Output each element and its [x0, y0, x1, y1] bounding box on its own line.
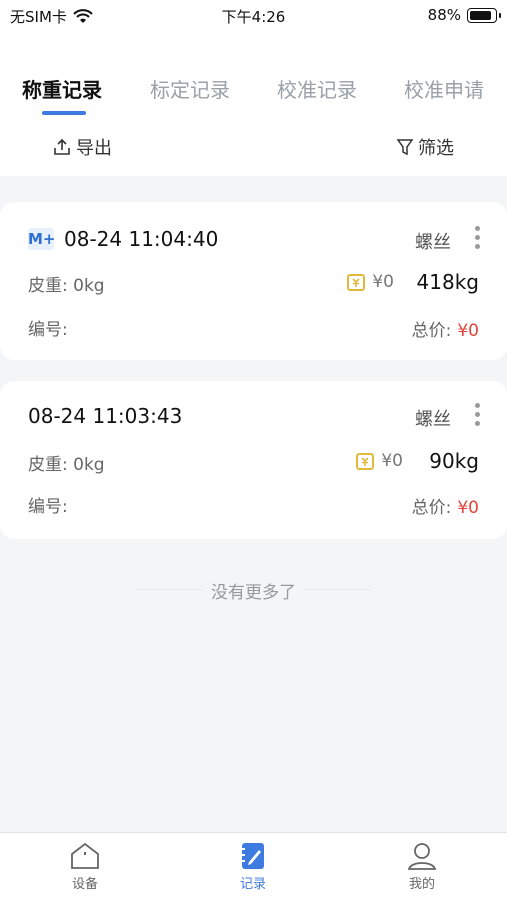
filter-icon: [396, 139, 414, 156]
unit-price-value: ¥0: [372, 272, 394, 292]
tab-calibration-records[interactable]: 标定记录: [150, 74, 230, 103]
no-more-text: 没有更多了: [211, 583, 296, 603]
coin-icon: [356, 453, 375, 470]
record-icon: [240, 843, 264, 869]
filter-button[interactable]: 筛选: [396, 134, 454, 160]
total-price-label: 总价:: [411, 498, 452, 518]
unit-price: ¥0: [355, 451, 403, 471]
net-weight: 418kg: [416, 270, 479, 294]
home-icon: [71, 842, 99, 869]
status-bar: 无SIM卡 下午4:26 88%: [0, 0, 507, 30]
total-price-label: 总价:: [411, 321, 452, 341]
coin-icon: [347, 274, 366, 291]
total-price-value: ¥0: [457, 321, 479, 341]
nav-device[interactable]: 设备: [45, 841, 125, 892]
export-button[interactable]: 导出: [52, 134, 112, 160]
m-plus-badge: M+: [28, 228, 56, 250]
product-name: 螺丝: [415, 232, 451, 253]
no-more-indicator: 没有更多了: [0, 578, 507, 603]
tab-adjustment-records[interactable]: 校准记录: [277, 74, 357, 103]
record-card[interactable]: M+ 08-24 11:04:40 螺丝 皮重: 0kg ¥0 418kg 编号…: [0, 202, 507, 360]
nav-device-label: 设备: [71, 877, 98, 892]
code-label: 编号:: [28, 319, 68, 340]
export-icon: [54, 138, 70, 155]
record-datetime: 08-24 11:04:40: [64, 227, 219, 251]
total-price-value: ¥0: [457, 498, 479, 518]
total-price: 总价: ¥0: [412, 316, 479, 341]
nav-records[interactable]: 记录: [213, 841, 293, 892]
code-label: 编号:: [28, 496, 68, 517]
total-price: 总价: ¥0: [412, 493, 479, 518]
divider: [304, 589, 370, 590]
filter-label: 筛选: [418, 138, 454, 159]
tab-adjustment-requests[interactable]: 校准申请: [404, 74, 484, 103]
header-area: 无SIM卡 下午4:26 88% 称重记录 标定记录 校准记录 校准申请 导出: [0, 0, 507, 176]
product-name: 螺丝: [415, 409, 451, 430]
toolbar: 导出 筛选: [0, 134, 507, 164]
battery-icon: [467, 7, 501, 23]
active-tab-indicator: [42, 111, 86, 115]
battery-percent: 88%: [427, 6, 461, 24]
tab-weighing-records[interactable]: 称重记录: [22, 74, 102, 103]
divider: [136, 589, 202, 590]
net-weight: 90kg: [429, 449, 479, 473]
user-icon: [407, 843, 437, 870]
more-options-icon[interactable]: [475, 226, 481, 253]
nav-mine-label: 我的: [408, 877, 435, 892]
nav-records-label: 记录: [239, 877, 266, 892]
bottom-nav: 设备 记录 我的: [0, 832, 507, 901]
tare-weight: 皮重: 0kg: [28, 275, 105, 296]
record-card[interactable]: 08-24 11:03:43 螺丝 皮重: 0kg ¥0 90kg 编号: 总价…: [0, 381, 507, 539]
unit-price-value: ¥0: [381, 451, 403, 471]
tare-weight: 皮重: 0kg: [28, 454, 105, 475]
unit-price: ¥0: [346, 272, 394, 292]
record-datetime: 08-24 11:03:43: [28, 404, 183, 428]
export-label: 导出: [76, 138, 112, 159]
nav-mine[interactable]: 我的: [382, 841, 462, 892]
more-options-icon[interactable]: [475, 403, 481, 430]
